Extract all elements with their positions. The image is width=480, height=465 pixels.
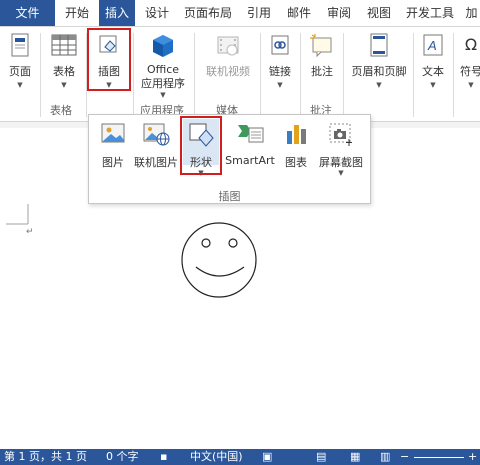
zoom-slider[interactable]	[414, 457, 464, 458]
page-count[interactable]: 第 1 页，共 1 页	[4, 449, 87, 465]
online-pictures-button[interactable]: 联机图片	[133, 119, 179, 169]
tab-file[interactable]: 文件	[0, 0, 55, 26]
pictures-button[interactable]: 图片	[93, 119, 133, 169]
tab-review[interactable]: 审阅	[321, 0, 357, 26]
comment-label: 批注	[311, 65, 333, 78]
macro-record-icon[interactable]: ▣	[262, 449, 272, 465]
table-label: 表格	[53, 65, 75, 78]
group-label-table: 表格	[50, 104, 72, 117]
chart-label: 图表	[285, 156, 307, 169]
smartart-label: SmartArt	[225, 154, 275, 167]
screenshot-icon	[329, 123, 352, 146]
chevron-down-icon: ▼	[468, 81, 474, 89]
symbol-button[interactable]: Ω 符号 ▼	[456, 29, 480, 93]
cover-page-label: 页面	[9, 65, 31, 78]
group-divider	[413, 33, 414, 117]
screenshot-label: 屏幕截图	[319, 156, 363, 169]
smiley-face-shape[interactable]	[178, 221, 260, 301]
tab-design[interactable]: 设计	[139, 0, 175, 26]
zoom-out-icon[interactable]: −	[400, 449, 409, 465]
header-footer-button[interactable]: 页眉和页脚 ▼	[346, 29, 412, 93]
office-apps-icon	[153, 35, 173, 57]
tab-mailings[interactable]: 邮件	[281, 0, 317, 26]
read-mode-icon[interactable]: ▤	[316, 449, 326, 465]
ribbon-tab-bar: 文件 开始 插入 设计 页面布局 引用 邮件 审阅 视图 开发工具 加	[0, 0, 480, 27]
print-layout-icon[interactable]: ▦	[350, 449, 360, 465]
text-box-icon: A	[423, 34, 443, 56]
office-apps-button[interactable]: Office 应用程序 ▼	[137, 29, 189, 99]
smartart-icon	[238, 125, 264, 143]
screenshot-button[interactable]: 屏幕截图 ▼	[315, 119, 367, 177]
online-video-button[interactable]: 联机视频	[199, 29, 257, 93]
tab-insert[interactable]: 插入	[99, 0, 135, 27]
chevron-down-icon: ▼	[61, 81, 67, 89]
table-button[interactable]: 表格 ▼	[44, 29, 84, 93]
link-label: 链接	[269, 65, 291, 78]
group-divider	[453, 33, 454, 117]
ribbon: 页面 ▼ 表格 ▼ 表格 插图 ▼ Office 应用程序 ▼ 应用程序 联机视…	[0, 26, 480, 122]
chevron-down-icon: ▼	[376, 81, 382, 89]
new-comment-button[interactable]: 批注	[304, 29, 340, 93]
highlight-box-shapes	[180, 116, 222, 175]
online-pictures-label: 联机图片	[134, 156, 178, 169]
text-button[interactable]: A 文本 ▼	[416, 29, 450, 93]
omega-icon: Ω	[464, 35, 478, 54]
picture-icon	[101, 123, 125, 143]
bar-chart-icon	[287, 125, 306, 144]
header-footer-label: 页眉和页脚	[351, 65, 407, 78]
chevron-down-icon: ▼	[17, 81, 23, 89]
tab-strip: 开始 插入 设计 页面布局 引用 邮件 审阅 视图 开发工具 加	[55, 0, 480, 27]
symbol-label: 符号	[460, 65, 480, 78]
link-icon	[271, 35, 289, 55]
language-indicator[interactable]: 中文(中国)	[190, 449, 243, 465]
group-divider	[133, 33, 134, 117]
office-apps-label-line2: 应用程序	[141, 77, 185, 90]
cover-page-button[interactable]: 页面 ▼	[3, 29, 37, 93]
film-icon	[217, 36, 239, 56]
svg-text:A: A	[427, 38, 437, 53]
margin-corner-mark	[6, 204, 29, 225]
online-video-label: 联机视频	[206, 65, 250, 78]
smartart-button[interactable]: SmartArt	[223, 119, 277, 167]
header-footer-icon	[370, 33, 388, 57]
illustrations-dropdown: 图片 联机图片 形状 ▼ SmartArt 图表 屏幕截图 ▼ 插图	[88, 114, 371, 204]
table-icon	[51, 34, 77, 56]
tab-home[interactable]: 开始	[59, 0, 95, 26]
status-separator-icon: ▪	[160, 450, 168, 463]
word-count[interactable]: 0 个字	[106, 449, 139, 465]
pictures-label: 图片	[102, 156, 124, 169]
tab-view[interactable]: 视图	[361, 0, 397, 26]
chevron-down-icon: ▼	[277, 81, 283, 89]
group-divider	[300, 33, 301, 117]
tab-page-layout[interactable]: 页面布局	[179, 0, 237, 26]
chevron-down-icon: ▼	[430, 81, 436, 89]
tab-references[interactable]: 引用	[241, 0, 277, 26]
dropdown-group-label: 插图	[218, 190, 241, 203]
tab-addins[interactable]: 加	[463, 0, 480, 26]
tab-developer[interactable]: 开发工具	[401, 0, 459, 26]
text-label: 文本	[422, 65, 444, 78]
cover-page-icon	[11, 33, 29, 57]
group-divider	[194, 33, 195, 117]
paragraph-mark: ↵	[26, 227, 34, 237]
chevron-down-icon: ▼	[338, 169, 344, 177]
online-picture-icon	[143, 123, 170, 146]
highlight-box-illustrations	[87, 28, 131, 91]
chart-button[interactable]: 图表	[279, 119, 313, 169]
group-divider	[260, 33, 261, 117]
group-divider	[343, 33, 344, 117]
office-apps-label-line1: Office	[146, 63, 180, 76]
chevron-down-icon: ▼	[160, 91, 166, 99]
comment-icon	[310, 34, 332, 57]
web-layout-icon[interactable]: ▥	[380, 449, 390, 465]
link-button[interactable]: 链接 ▼	[264, 29, 296, 93]
group-divider	[40, 33, 41, 117]
zoom-in-icon[interactable]: +	[468, 449, 477, 465]
status-bar: 第 1 页，共 1 页 0 个字 ▪ 中文(中国) ▣ ▤ ▦ ▥ − +	[0, 449, 480, 465]
